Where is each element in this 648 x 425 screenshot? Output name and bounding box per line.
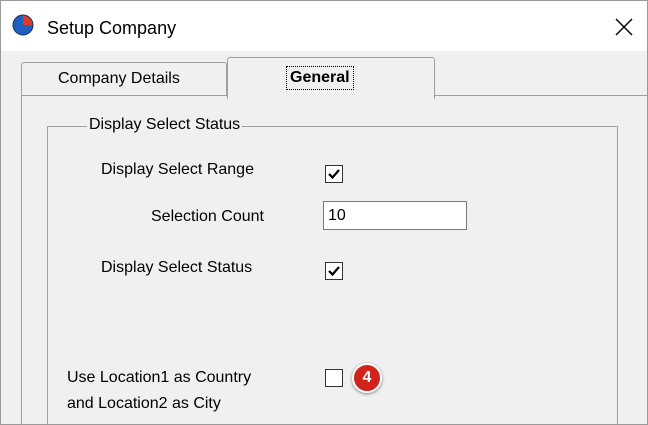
window-title: Setup Company <box>47 18 177 38</box>
checkmark-icon <box>328 169 340 180</box>
display-select-status-label: Display Select Status <box>101 259 253 276</box>
annotation-badge: 4 <box>352 363 382 393</box>
groupbox-legend: Display Select Status <box>87 115 243 135</box>
display-select-range-label: Display Select Range <box>101 161 254 178</box>
tab-general-label: General <box>286 66 354 90</box>
close-icon <box>615 18 633 36</box>
checkmark-icon <box>328 266 340 277</box>
display-select-status-checkbox[interactable] <box>325 262 343 280</box>
selection-count-input[interactable] <box>323 201 467 230</box>
setup-company-window: Setup Company Company Details General Di… <box>0 0 648 425</box>
groupbox-border-right <box>617 126 618 424</box>
app-globe-icon <box>11 13 35 37</box>
title-bar: Setup Company <box>1 1 647 51</box>
use-location-label-line1: Use Location1 as Country <box>67 369 252 386</box>
groupbox-border-left <box>47 126 48 424</box>
use-location-label-line2: and Location2 as City <box>67 395 221 412</box>
use-location-checkbox[interactable] <box>325 369 343 387</box>
tab-company-details[interactable]: Company Details <box>21 62 227 96</box>
close-button[interactable] <box>607 11 641 43</box>
tab-general[interactable]: General <box>227 57 435 99</box>
selection-count-label: Selection Count <box>151 208 264 225</box>
tab-company-details-label: Company Details <box>58 70 180 87</box>
display-select-range-checkbox[interactable] <box>325 165 343 183</box>
dialog-client-area: Company Details General Display Select S… <box>1 51 647 424</box>
